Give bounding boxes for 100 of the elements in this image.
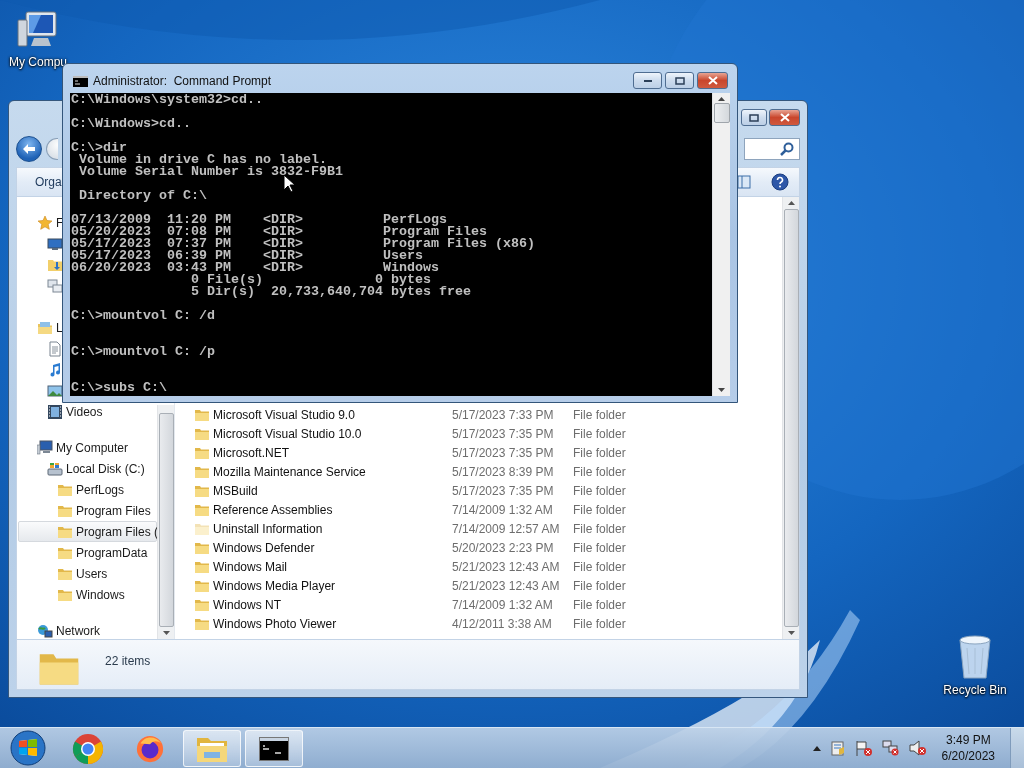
console-line: 05/17/2023 06:39 PM <DIR> Users [71,250,423,262]
action-center-icon[interactable] [829,740,846,756]
file-name: Reference Assemblies [213,502,334,517]
nav-item[interactable]: PerfLogs [18,479,126,500]
nav-item[interactable]: Local Disk (C:) [18,458,146,479]
film-icon [47,403,63,420]
close-button[interactable] [769,109,800,126]
firefox-icon [135,733,165,764]
file-date: 5/17/2023 7:33 PM [452,407,555,422]
file-date: 5/21/2023 12:43 AM [452,559,561,574]
desktop-icon-label[interactable]: My Compu [9,55,67,69]
file-type: File folder [573,597,627,612]
nav-item[interactable]: ProgramData [18,542,149,563]
command-prompt-icon [259,736,289,761]
nav-item-label: Local Disk (C:) [66,461,145,476]
minimize-button[interactable] [633,72,662,89]
console-line: 5 Dir(s) 20,733,640,704 bytes free [189,286,471,298]
window-title: Administrator: Command Prompt [93,74,272,88]
close-button[interactable] [697,72,728,89]
close-icon [779,113,790,122]
nav-item-label: L [56,320,63,335]
file-row[interactable]: Windows Mail 5/21/2023 12:43 AM File folder [175,557,782,576]
nav-item-label: Program Files [76,503,151,518]
file-type: File folder [573,464,627,479]
file-name: Uninstall Information [213,521,324,536]
organize-button[interactable]: Orga [35,175,62,189]
console-line: Directory of C:\ [78,190,207,202]
show-hidden-icons[interactable] [812,745,821,751]
file-type: File folder [573,407,627,422]
file-date: 5/17/2023 7:35 PM [452,445,555,460]
console-line: C:\>subs C:\ [71,382,167,394]
scroll-up-icon[interactable] [787,201,795,205]
scroll-down-icon[interactable] [162,631,170,635]
clock-time[interactable]: 3:49 PM [945,733,991,747]
console-line: 05/20/2023 07:08 PM <DIR> Program Files [71,226,487,238]
nav-item-label: Videos [66,404,103,419]
console-line: Volume in drive C has no label. [78,154,327,166]
file-type: File folder [573,521,627,536]
file-row[interactable]: Windows Media Player 5/21/2023 12:43 AM File folder [175,576,782,595]
file-row[interactable]: Windows Defender 5/20/2023 2:23 PM File folder [175,538,782,557]
speaker-icon[interactable] [908,740,927,756]
scrollbar-thumb[interactable] [713,103,730,123]
network-icon[interactable] [881,740,900,756]
clock-date[interactable]: 6/20/2023 [941,749,995,763]
file-type: File folder [573,559,627,574]
maximize-button[interactable] [665,72,694,89]
help-icon[interactable] [771,173,789,191]
chrome-icon [72,732,104,765]
desktop-icon-label[interactable]: Recycle Bin [943,683,1007,697]
scrollbar[interactable] [712,93,730,396]
maximize-icon [674,76,685,85]
restore-button[interactable] [741,109,767,126]
file-date: 5/17/2023 7:35 PM [452,483,555,498]
file-name: Windows Photo Viewer [213,616,338,631]
nav-item[interactable]: Windows [18,584,126,605]
star-icon [37,214,53,231]
file-type: File folder [573,578,627,593]
nav-item[interactable]: L [18,317,64,338]
file-name: Windows Mail [213,559,288,574]
console-line: Volume Serial Number is 3832-F9B1 [78,166,343,178]
scroll-down-icon[interactable] [718,388,725,392]
file-date: 7/14/2009 1:32 AM [452,597,554,612]
picture-icon [47,382,63,399]
file-date: 7/14/2009 1:32 AM [452,502,554,517]
file-type: File folder [573,540,627,555]
file-row[interactable]: Microsoft Visual Studio 9.0 5/17/2023 7:33 PM File folder [175,405,782,424]
file-date: 5/17/2023 8:39 PM [452,464,555,479]
file-type: File folder [573,445,627,460]
console-line: C:\Windows\system32>cd.. [71,94,263,106]
back-button[interactable] [16,136,42,162]
file-row[interactable]: Mozilla Maintenance Service 5/17/2023 8:39 PM File folder [175,462,782,481]
disk-drive-icon [47,460,63,477]
nav-item-label: My Computer [56,440,129,455]
view-icon[interactable] [737,175,751,189]
file-row[interactable]: Microsoft.NET 5/17/2023 7:35 PM File folder [175,443,782,462]
recent-places-icon [47,277,63,294]
search-field[interactable] [744,138,800,160]
flag-icon[interactable] [854,740,873,756]
file-row[interactable]: Windows NT 7/14/2009 1:32 AM File folder [175,595,782,614]
file-row[interactable]: MSBuild 5/17/2023 7:35 PM File folder [175,481,782,500]
console-line: C:\>mountvol C: /p [71,346,215,358]
file-row[interactable]: Microsoft Visual Studio 10.0 5/17/2023 7:35 PM File folder [175,424,782,443]
file-type: File folder [573,426,627,441]
file-row[interactable]: Windows Photo Viewer 4/12/2011 3:38 AM File folder [175,614,782,633]
console-line: 07/13/2009 11:20 PM <DIR> PerfLogs [71,214,447,226]
file-row[interactable]: Reference Assemblies 7/14/2009 1:32 AM File folder [175,500,782,519]
nav-item[interactable]: Videos [18,401,104,422]
file-type: File folder [573,502,627,517]
file-row[interactable]: Uninstall Information 7/14/2009 12:57 AM File folder [175,519,782,538]
scroll-down-icon[interactable] [787,631,795,635]
nav-item[interactable]: Users [18,563,109,584]
nav-item[interactable]: Network [18,620,101,639]
nav-item[interactable]: Program Files [18,500,152,521]
console-line: C:\>dir [71,142,127,154]
nav-item-label: ProgramData [76,545,148,560]
taskbar-button[interactable] [245,730,303,767]
file-name: Microsoft Visual Studio 10.0 [213,426,363,441]
file-name: Windows Defender [213,540,316,555]
file-name: Windows NT [213,597,282,612]
nav-item[interactable]: My Computer [18,437,130,458]
